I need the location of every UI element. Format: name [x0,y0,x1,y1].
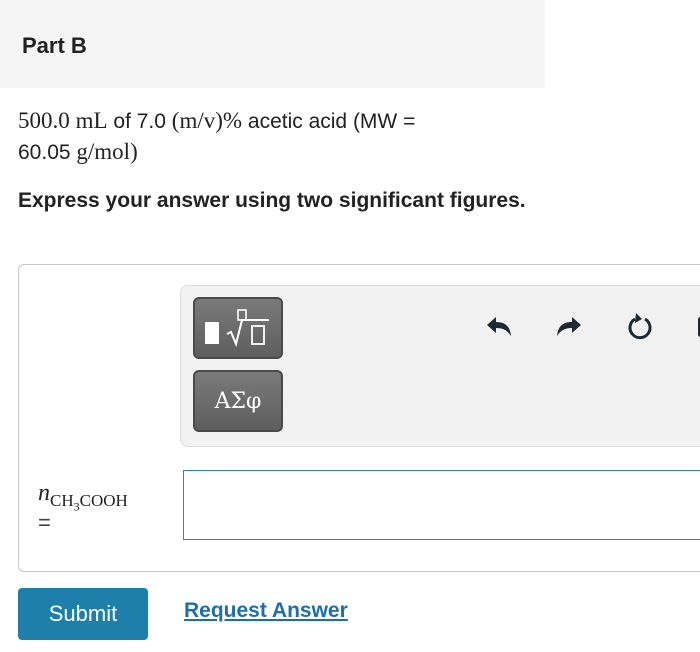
keyboard-icon[interactable] [688,310,700,344]
submit-button[interactable]: Submit [18,588,148,640]
subscript-b: COOH [79,491,128,510]
unit-mw: g/mol) [76,139,138,164]
unit-mv: (m/v)% [171,108,243,133]
redo-icon[interactable] [552,310,586,344]
unit-ml: mL [75,108,108,133]
part-header: Part B [0,0,545,88]
question-acid: acetic acid (MW = [247,110,416,133]
templates-icon [205,308,271,348]
variable-label: nCH3COOH [38,480,128,513]
amount-value: 500.0 [18,108,70,133]
instructions: Express your answer using two significan… [18,189,526,212]
variable-symbol: n [38,480,50,506]
undo-icon[interactable] [482,310,516,344]
templates-button[interactable] [193,297,283,359]
reset-icon[interactable] [623,310,657,344]
greek-symbols-button[interactable]: ΑΣφ [193,370,283,432]
question-text: 500.0 mL of 7.0 (m/v)% acetic acid (MW =… [18,106,538,168]
equals-sign: = [38,510,51,535]
question-of: of 7.0 [113,110,166,133]
part-title: Part B [22,33,87,58]
mw-value: 60.05 [18,141,71,164]
subscript-a: CH [50,491,74,510]
answer-input[interactable] [183,470,700,540]
request-answer-link[interactable]: Request Answer [184,599,348,623]
